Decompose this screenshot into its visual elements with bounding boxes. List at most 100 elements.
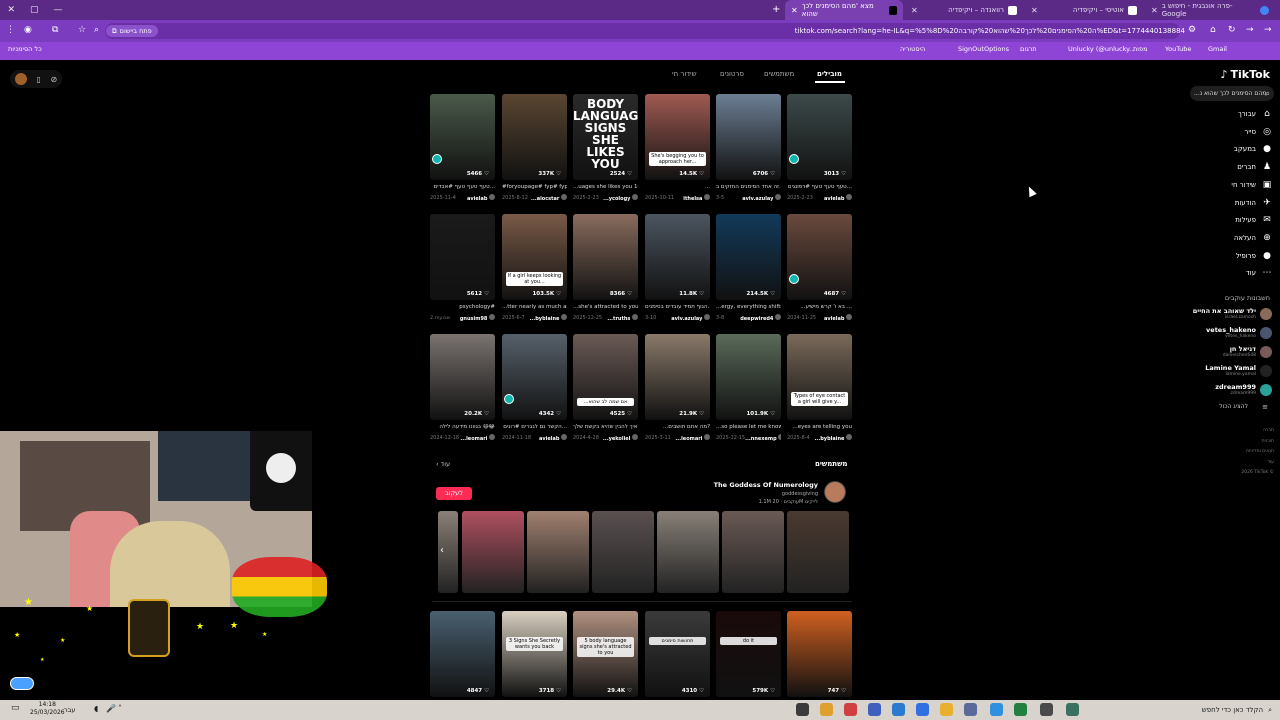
close-tab-icon[interactable]: ✕	[791, 6, 798, 15]
sidebar-item[interactable]: פעילות ✉	[1200, 212, 1280, 228]
reload-icon[interactable]: ↻	[1228, 25, 1236, 35]
language-indicator[interactable]: עבר	[64, 706, 76, 714]
video-caption[interactable]: ...	[645, 184, 710, 190]
video-author[interactable]: ...byblaine	[530, 316, 560, 322]
open-in-app-chip[interactable]: ⧉ פתח ביישום	[106, 25, 158, 37]
video-card[interactable]: תחושות סימנים 4310 ♡	[645, 611, 710, 697]
opera-icon[interactable]	[844, 703, 857, 716]
account-name[interactable]: The Goddess Of Numerology	[714, 481, 818, 489]
account-video-thumbnail[interactable]	[527, 511, 589, 593]
video-caption[interactable]: איך להבין שהיא בקשת שלך...	[573, 424, 638, 430]
video-caption[interactable]: ...ergy, everything shifts	[716, 304, 781, 310]
tab-top[interactable]: מובילים	[817, 70, 842, 78]
bookmark-star-icon[interactable]: ☆	[78, 25, 86, 35]
sidebar-item[interactable]: סייר ◎	[1200, 124, 1280, 140]
sidebar-item[interactable]: עבורך ⌂	[1200, 106, 1280, 122]
all-bookmarks[interactable]: כל הסימניות	[8, 45, 42, 53]
video-caption[interactable]: הקשר גם לגברים #רונים...	[502, 424, 567, 430]
store-icon[interactable]	[892, 703, 905, 716]
video-caption[interactable]: בגוונו מידעה לילה 😄😂	[430, 424, 495, 430]
extensions-icon[interactable]: ⧉	[52, 25, 58, 35]
tab-videos[interactable]: סרטונים	[720, 70, 744, 78]
video-caption[interactable]: ...so please let me know	[716, 424, 781, 430]
video-author[interactable]: ...truths	[607, 316, 630, 322]
bookmark-translate[interactable]: תרגום	[1020, 45, 1037, 53]
video-author[interactable]: deepwired4	[740, 316, 773, 322]
maximize-window-icon[interactable]: ▢	[30, 5, 39, 15]
browser-tab-autism[interactable]: ✕ אוטיסי – ויקיפדיה	[1025, 0, 1143, 20]
video-author[interactable]: avielab	[824, 316, 844, 322]
toggle-switch[interactable]	[10, 677, 34, 690]
edge-icon[interactable]	[916, 703, 929, 716]
video-card[interactable]: If a girl keeps looking at you... 103.5K …	[502, 214, 567, 300]
microphone-icon[interactable]: 🎤	[106, 704, 116, 713]
video-caption[interactable]: טעף טעף טעף #אבדים...	[430, 184, 495, 190]
forward-icon[interactable]: →	[1246, 25, 1254, 35]
browser-tab-tiktok[interactable]: ✕ מצא 'מהם הסימנים לכך שהוא	[785, 0, 903, 20]
more-users-link[interactable]: ‹ עוד	[436, 460, 450, 468]
video-author[interactable]: ...leomari	[460, 436, 487, 442]
bookmark-youtube[interactable]: YouTube	[1165, 45, 1191, 53]
app-icon[interactable]	[1014, 703, 1027, 716]
video-card[interactable]: 3 Signs She Secretly wants you back 3718 …	[502, 611, 567, 697]
phone-icon[interactable]: ▯	[36, 75, 40, 84]
new-tab-button[interactable]: +	[772, 4, 780, 15]
tune-icon[interactable]: ⚙	[1188, 25, 1196, 35]
video-author[interactable]: ithelsa	[683, 196, 702, 202]
bookmark-signout[interactable]: SignOutOptions	[958, 45, 1009, 53]
video-author[interactable]: ...yekoliel	[603, 436, 631, 442]
close-window-icon[interactable]: ✕	[7, 5, 15, 15]
minimize-window-icon[interactable]: —	[53, 5, 62, 15]
video-card[interactable]: 214.5K ♡	[716, 214, 781, 300]
video-card[interactable]: 5612 ♡	[430, 214, 495, 300]
bookmark-unlucky[interactable]: Unlucky (@unlucky...	[1068, 45, 1135, 53]
video-author[interactable]: gnusim98	[460, 316, 488, 322]
sidebar-item[interactable]: שידור חי ▣	[1200, 177, 1280, 193]
account-video-thumbnail[interactable]	[462, 511, 524, 593]
video-card[interactable]: 5466 ♡	[430, 94, 495, 180]
video-card[interactable]: 8366 ♡	[573, 214, 638, 300]
footer-link[interactable]: עוד	[1268, 460, 1275, 465]
video-author[interactable]: ...alocstar	[531, 196, 559, 202]
copilot-icon[interactable]	[796, 703, 809, 716]
volume-icon[interactable]: ◖	[94, 704, 98, 713]
account-avatar[interactable]	[824, 481, 846, 503]
footer-link[interactable]: 2026 TikTok ©	[1241, 470, 1274, 475]
video-author[interactable]: ...nnexemp	[745, 436, 777, 442]
video-author[interactable]: ...ycology	[603, 196, 630, 202]
back-icon[interactable]: →	[1264, 25, 1272, 35]
video-card[interactable]: ...אם שמה לב שהוא 4525 ♡	[573, 334, 638, 420]
app-icon[interactable]	[990, 703, 1003, 716]
discord-icon[interactable]	[868, 703, 881, 716]
close-tab-icon[interactable]: ✕	[1151, 6, 1158, 15]
show-all-following[interactable]: להציג הכול	[1219, 403, 1248, 410]
video-author[interactable]: aviv.azulay	[742, 196, 773, 202]
video-card[interactable]: 20.2K ♡	[430, 334, 495, 420]
home-icon[interactable]: ⌂	[1210, 25, 1216, 35]
video-caption[interactable]: ...uages she likes you 10	[573, 184, 638, 190]
video-caption[interactable]: טעף טעף טעף #רפונגים...	[787, 184, 852, 190]
video-card[interactable]: 3013 ♡	[787, 94, 852, 180]
video-caption[interactable]: ...בא ו' קרש מישיע ...	[787, 304, 852, 310]
video-caption[interactable]: psychology#	[430, 304, 495, 310]
video-caption[interactable]: ...tter nearly as much as	[502, 304, 567, 310]
widgets-icon[interactable]	[964, 703, 977, 716]
footer-link[interactable]: תנאים ומדיניות	[1246, 449, 1274, 454]
account-video-thumbnail[interactable]	[657, 511, 719, 593]
video-author[interactable]: ...byblaine	[815, 436, 845, 442]
following-account[interactable]: דניאל חן danielchen648	[1182, 343, 1272, 360]
video-caption[interactable]: ...she's attracted to you	[573, 304, 638, 310]
video-card[interactable]: 5 body language signs she's attracted to…	[573, 611, 638, 697]
avatar[interactable]	[14, 73, 27, 85]
taskview-icon[interactable]	[1040, 703, 1053, 716]
browser-tab-google[interactable]: ✕ פרה אונבגית - חיפוש ב-Google	[1145, 0, 1275, 20]
taskbar-search[interactable]: הקלד כאן כדי לחפש ⌕	[1172, 702, 1272, 718]
follow-button[interactable]: לעקוב	[436, 487, 472, 500]
bookmark-maps[interactable]: מפות	[1133, 45, 1148, 53]
video-card[interactable]: 6706 ♡	[716, 94, 781, 180]
video-card[interactable]: She's begging you to approach her... 14.5…	[645, 94, 710, 180]
video-card[interactable]: 11.8K ♡	[645, 214, 710, 300]
video-card[interactable]: 4342 ♡	[502, 334, 567, 420]
footer-link[interactable]: תוכנית	[1262, 439, 1274, 444]
video-card[interactable]: BODY LANGUAGE SIGNS SHE LIKES YOU2524 ♡	[573, 94, 638, 180]
